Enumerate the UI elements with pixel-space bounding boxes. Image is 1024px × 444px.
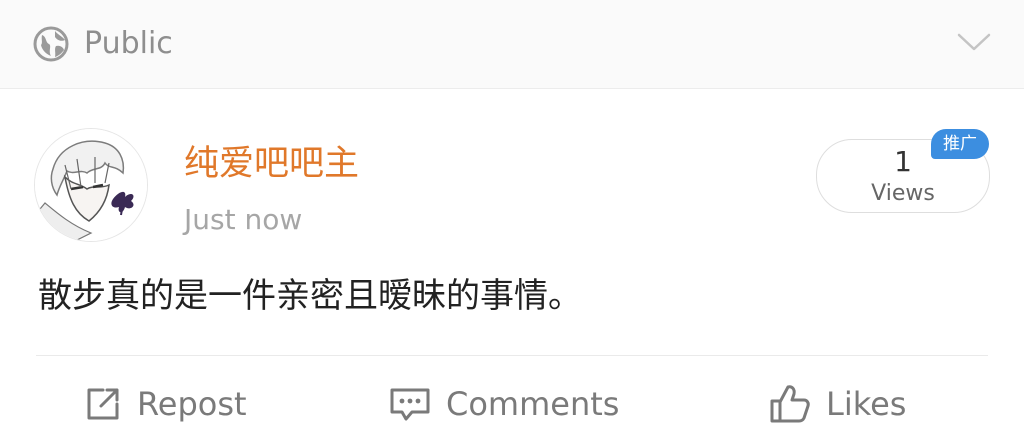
likes-button[interactable]: Likes <box>768 380 906 428</box>
avatar-anime-character-image <box>35 129 147 241</box>
repost-label: Repost <box>137 385 247 423</box>
visibility-label: Public <box>84 26 173 61</box>
promo-badge[interactable]: 推广 <box>931 129 989 159</box>
divider <box>36 355 988 356</box>
chevron-down-icon[interactable] <box>956 30 992 54</box>
post-text: 散步真的是一件亲密且暧昧的事情。 <box>38 276 582 316</box>
post-timestamp: Just now <box>184 203 303 236</box>
avatar[interactable] <box>34 128 148 242</box>
comments-button[interactable]: Comments <box>388 380 619 428</box>
globe-icon <box>33 26 69 62</box>
visibility-header[interactable]: Public <box>0 0 1024 89</box>
views-label: Views <box>871 181 935 206</box>
author-name[interactable]: 纯爱吧吧主 <box>184 142 359 186</box>
comments-label: Comments <box>446 385 620 423</box>
thumbs-up-icon <box>770 385 810 423</box>
repost-button[interactable]: Repost <box>83 380 247 428</box>
comment-icon <box>390 388 430 421</box>
likes-label: Likes <box>826 385 907 423</box>
repost-icon <box>87 388 119 420</box>
